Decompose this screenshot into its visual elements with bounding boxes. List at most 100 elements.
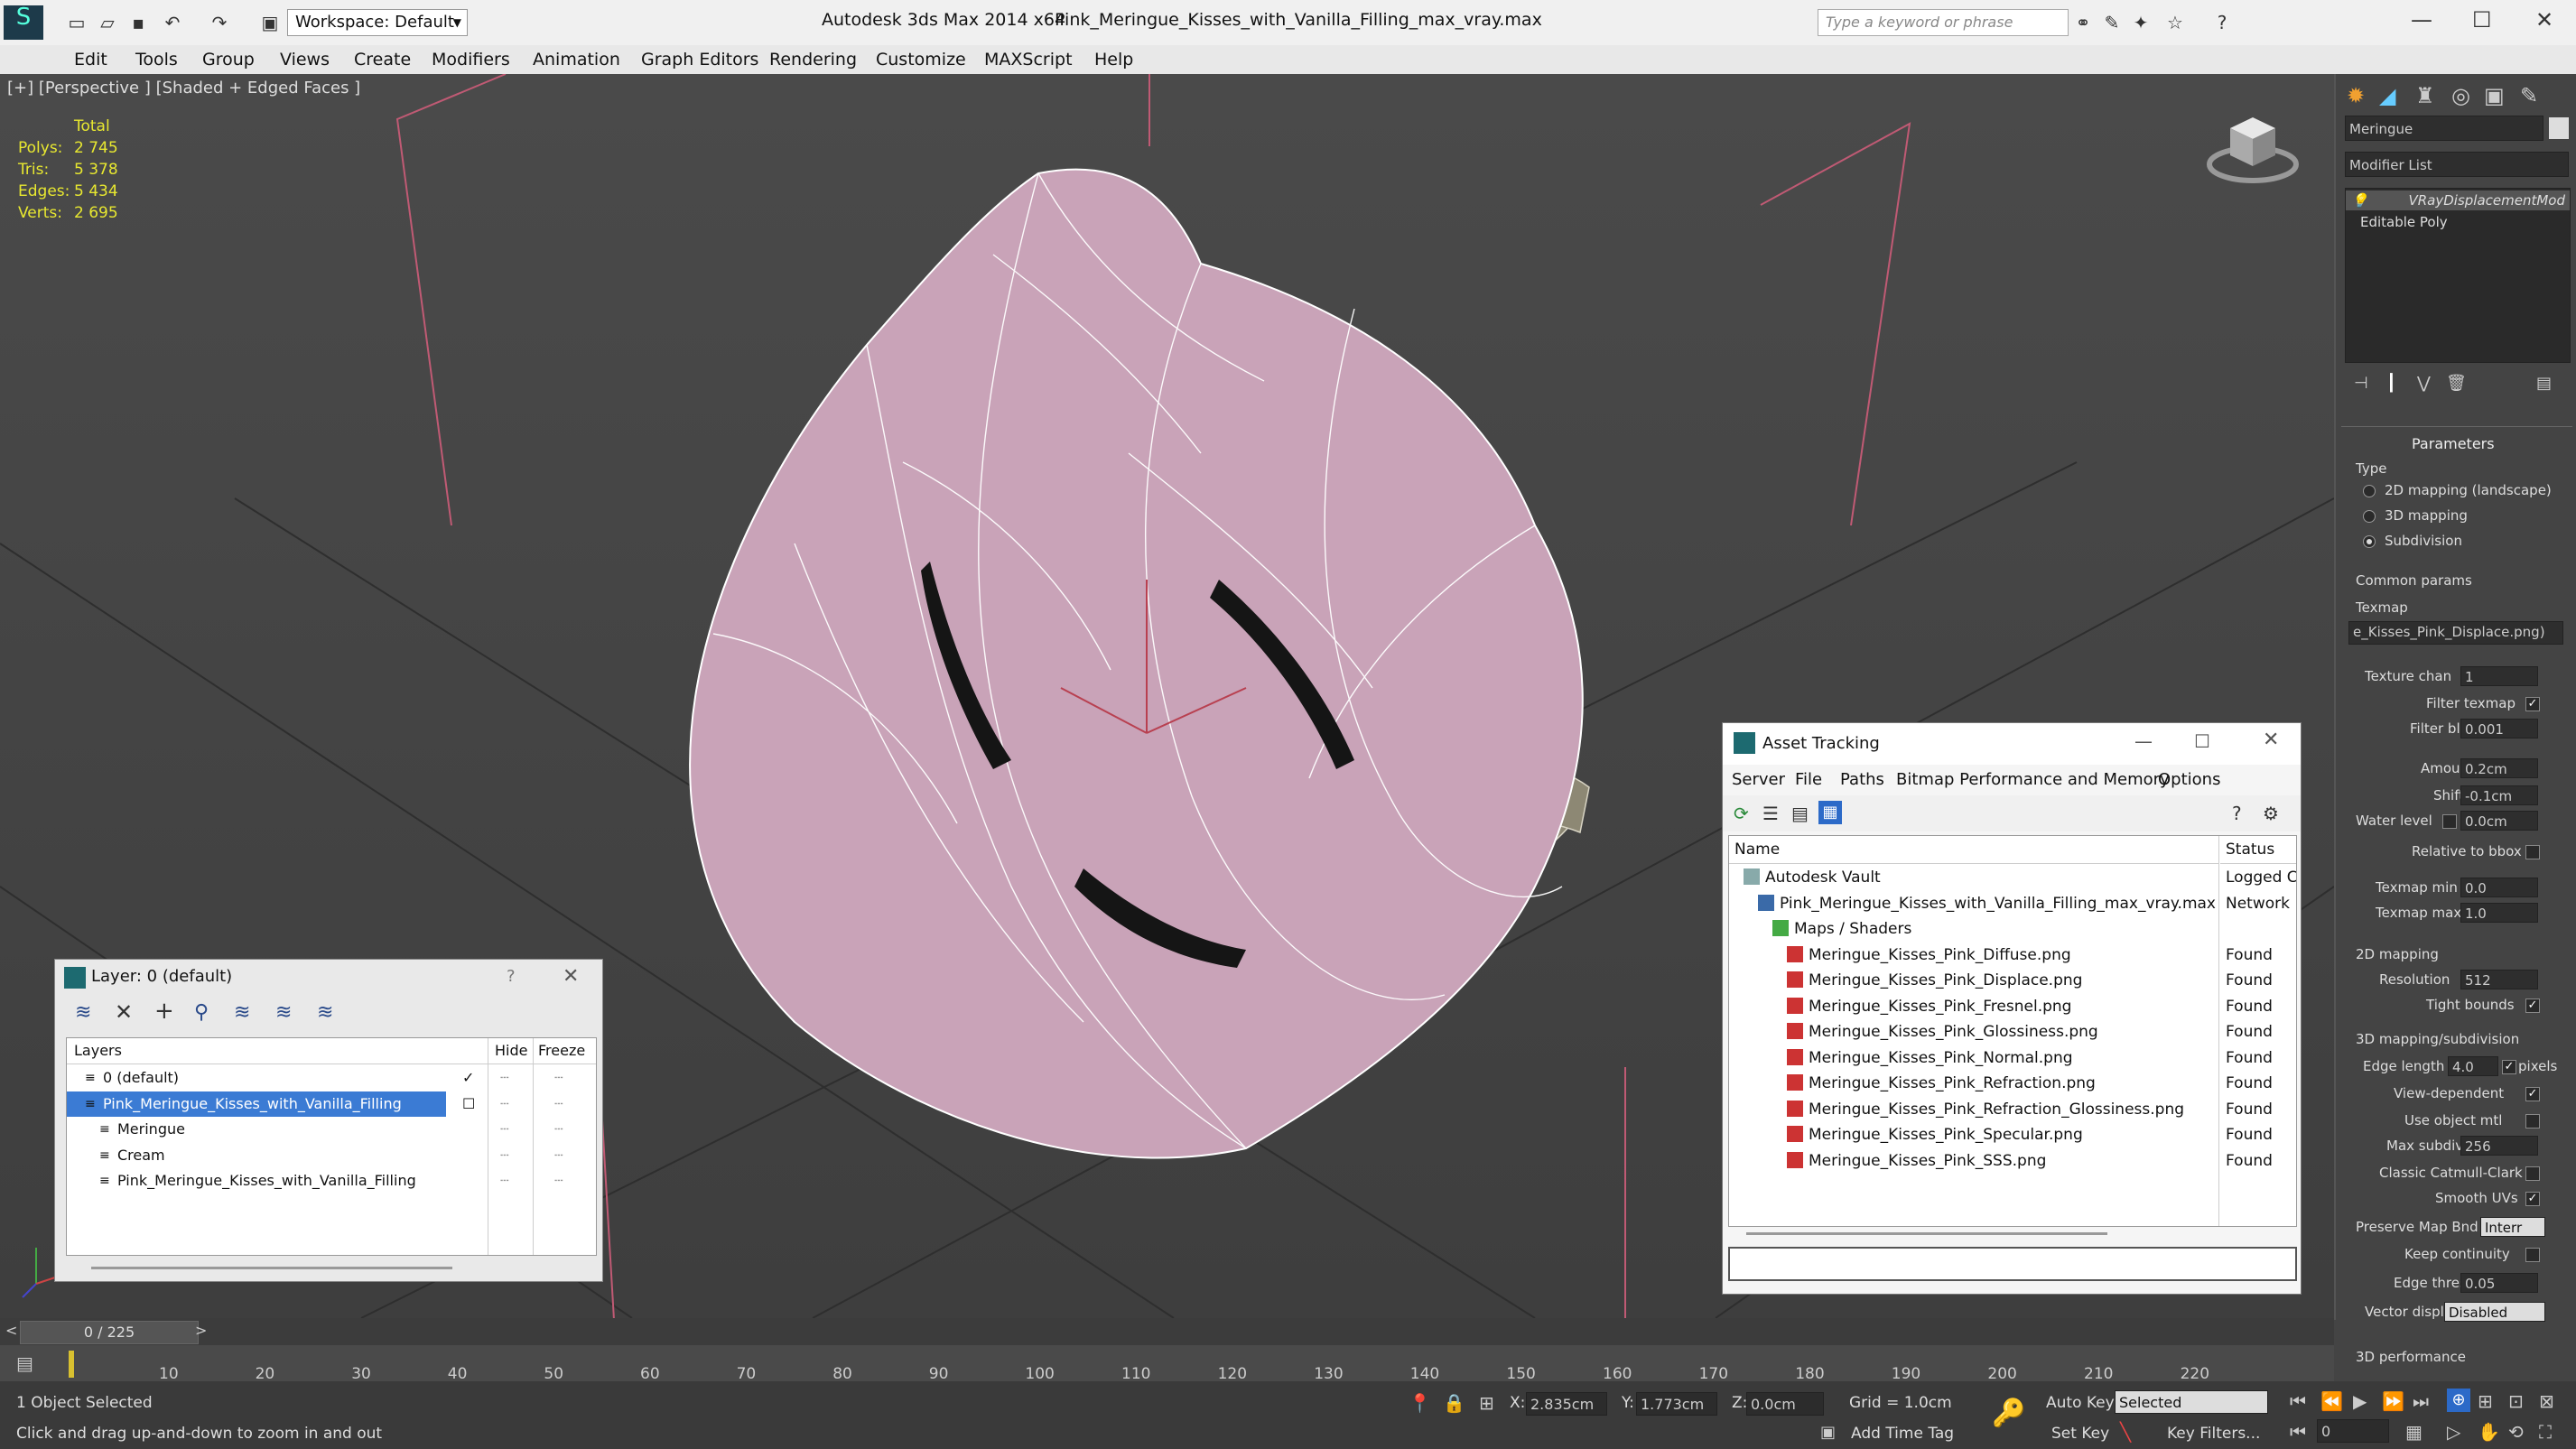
remove-modifier-icon[interactable]: 🗑 <box>2446 374 2467 393</box>
relative-to-bbox-checkbox[interactable] <box>2525 845 2540 859</box>
time-next-icon[interactable]: > <box>195 1322 207 1339</box>
favorites-star-icon[interactable]: ☆ <box>2163 11 2187 34</box>
radio-subdivision[interactable] <box>2363 535 2376 548</box>
layer-row[interactable]: ≡ Pink_Meringue_Kisses_with_Vanilla_Filli… <box>67 1091 596 1117</box>
menu-graph-editors[interactable]: Graph Editors <box>641 50 758 70</box>
horizontal-scrollbar[interactable] <box>91 1267 452 1269</box>
track-bar[interactable]: ▤ <box>0 1347 2334 1381</box>
asset-row[interactable]: Meringue_Kisses_Pink_Displace.png Found <box>1729 968 2296 993</box>
stack-item-vraydisplacement[interactable]: 💡 VRayDisplacementMod <box>2346 190 2570 210</box>
set-key-icon[interactable]: ╲ <box>2120 1421 2131 1443</box>
menu-tools[interactable]: Tools <box>135 50 178 70</box>
parameters-rollout-title[interactable]: Parameters <box>2412 435 2495 452</box>
time-slider[interactable]: 0 / 225 <box>20 1321 199 1344</box>
asset-path-field[interactable] <box>1728 1247 2297 1281</box>
asset-row[interactable]: Meringue_Kisses_Pink_Fresnel.png Found <box>1729 994 2296 1019</box>
preserve-map-dropdown[interactable]: Interr <box>2480 1217 2545 1237</box>
column-name-header[interactable]: Name <box>1729 836 2219 864</box>
maximize-icon[interactable]: ☐ <box>2472 7 2492 33</box>
water-level-checkbox[interactable] <box>2442 814 2457 829</box>
asset-row[interactable]: Pink_Meringue_Kisses_with_Vanilla_Fillin… <box>1729 891 2296 916</box>
delete-layer-icon[interactable]: ✕ <box>115 999 133 1025</box>
zoom-extents-all-icon[interactable]: ⊠ <box>2539 1390 2554 1412</box>
time-slider-track[interactable]: < 0 / 225 > <box>0 1318 2334 1345</box>
folder-view-icon[interactable]: ▤ <box>1791 803 1809 824</box>
motion-tab-icon[interactable]: ◎ <box>2451 83 2470 108</box>
time-tag-icon[interactable]: ▣ <box>1820 1423 1836 1442</box>
create-layer-icon[interactable]: ≋ <box>75 1001 91 1024</box>
asset-menu-bitmap-performance[interactable]: Bitmap Performance and Memory <box>1896 770 2170 789</box>
highlight-layer-icon[interactable]: ≋ <box>234 1001 250 1024</box>
menu-edit[interactable]: Edit <box>74 50 107 70</box>
key-mode-dropdown[interactable]: Selected <box>2115 1390 2268 1414</box>
column-freeze-header[interactable]: Freeze <box>538 1038 585 1064</box>
new-file-icon[interactable]: ▭ <box>65 11 88 34</box>
tight-bounds-checkbox[interactable]: ✓ <box>2525 999 2540 1013</box>
help-icon[interactable]: ? <box>2232 803 2242 824</box>
hierarchy-tab-icon[interactable]: ♜ <box>2415 83 2435 108</box>
maximize-icon[interactable]: ☐ <box>2194 730 2210 752</box>
freeze-toggle[interactable]: ┄ <box>554 1065 563 1091</box>
current-frame-field[interactable]: 0 <box>2317 1419 2389 1443</box>
binoculars-icon[interactable]: ⚭ <box>2071 11 2095 34</box>
subscription-icon[interactable]: ✎ <box>2100 11 2124 34</box>
asset-menu-server[interactable]: Server <box>1732 770 1785 789</box>
horizontal-scrollbar[interactable] <box>1746 1232 2107 1235</box>
resolution-spinner[interactable]: 512 <box>2460 970 2538 989</box>
asset-row[interactable]: Meringue_Kisses_Pink_SSS.png Found <box>1729 1148 2296 1174</box>
z-coordinate-field[interactable]: 0.0cm <box>1746 1392 1824 1416</box>
asset-tracking-titlebar[interactable]: Asset Tracking — ☐ ✕ <box>1723 723 2301 765</box>
help-icon[interactable]: ? <box>2210 11 2234 34</box>
layer-row[interactable]: ≡ Pink_Meringue_Kisses_with_Vanilla_Filli… <box>67 1168 596 1194</box>
texture-chan-spinner[interactable]: 1 <box>2460 666 2538 686</box>
key-filters-button[interactable]: Key Filters... <box>2167 1425 2260 1443</box>
time-config-icon[interactable]: ▦ <box>2405 1421 2423 1443</box>
close-icon[interactable]: ✕ <box>2535 7 2553 33</box>
edge-length-spinner[interactable]: 4.0 <box>2448 1056 2498 1076</box>
light-bulb-icon[interactable]: 💡 <box>2351 192 2368 209</box>
asset-menu-paths[interactable]: Paths <box>1840 770 1884 789</box>
menu-group[interactable]: Group <box>202 50 255 70</box>
vector-disp-dropdown[interactable]: Disabled <box>2444 1302 2545 1322</box>
x-coordinate-field[interactable]: 2.835cm <box>1526 1392 1607 1416</box>
key-mode-icon[interactable]: ⏮ <box>2290 1421 2306 1443</box>
select-objects-icon[interactable]: ⚲ <box>194 1001 209 1024</box>
asset-row[interactable]: Meringue_Kisses_Pink_Diffuse.png Found <box>1729 943 2296 968</box>
hide-all-layers-icon[interactable]: ≋ <box>275 1001 292 1024</box>
texmap-max-spinner[interactable]: 1.0 <box>2460 903 2538 923</box>
close-icon[interactable]: ✕ <box>2263 729 2279 751</box>
zoom-all-icon[interactable]: ⊞ <box>2478 1390 2493 1412</box>
filter-blur-spinner[interactable]: 0.001 <box>2460 719 2538 738</box>
column-status-header[interactable]: Status <box>2220 836 2296 864</box>
3d-performance-label[interactable]: 3D performance <box>2356 1349 2466 1365</box>
close-icon[interactable]: ✕ <box>563 965 579 988</box>
hide-toggle[interactable]: ┄ <box>500 1091 509 1117</box>
configure-modifier-sets-icon[interactable]: ▤ <box>2536 374 2552 393</box>
freeze-toggle[interactable]: ┄ <box>554 1091 563 1117</box>
y-coordinate-field[interactable]: 1.773cm <box>1636 1392 1717 1416</box>
use-object-mtl-checkbox[interactable] <box>2525 1114 2540 1129</box>
undo-icon[interactable]: ↶ <box>161 11 184 34</box>
freeze-toggle[interactable]: ┄ <box>554 1117 563 1142</box>
radio-2d-mapping[interactable] <box>2363 485 2376 497</box>
water-level-spinner[interactable]: 0.0cm <box>2460 811 2538 831</box>
object-name-field[interactable]: Meringue <box>2345 116 2543 141</box>
viewport-label[interactable]: [+] [Perspective ] [Shaded + Edged Faces… <box>7 79 360 98</box>
add-to-layer-icon[interactable]: + <box>154 998 174 1025</box>
pan-view-icon[interactable]: ✋ <box>2478 1421 2500 1443</box>
list-view-icon[interactable]: ☰ <box>1762 803 1779 824</box>
set-key-button[interactable]: Set Key <box>2051 1425 2109 1443</box>
orbit-icon[interactable]: ⟲ <box>2508 1421 2524 1443</box>
redo-icon[interactable]: ↷ <box>208 11 231 34</box>
play-icon[interactable]: ▶ <box>2353 1390 2367 1412</box>
key-icon[interactable]: 🔑 <box>1992 1398 2025 1429</box>
workspace-dropdown[interactable]: Workspace: Default ▼ <box>287 9 468 36</box>
freeze-toggle[interactable]: ┄ <box>554 1168 563 1194</box>
absolute-mode-icon[interactable]: ⊞ <box>1479 1392 1494 1414</box>
add-time-tag[interactable]: Add Time Tag <box>1851 1425 1954 1443</box>
project-folder-icon[interactable]: ▣ <box>258 11 282 34</box>
previous-frame-icon[interactable]: ⏪ <box>2320 1390 2343 1412</box>
time-prev-icon[interactable]: < <box>5 1322 17 1339</box>
menu-help[interactable]: Help <box>1094 50 1133 70</box>
menu-rendering[interactable]: Rendering <box>769 50 857 70</box>
